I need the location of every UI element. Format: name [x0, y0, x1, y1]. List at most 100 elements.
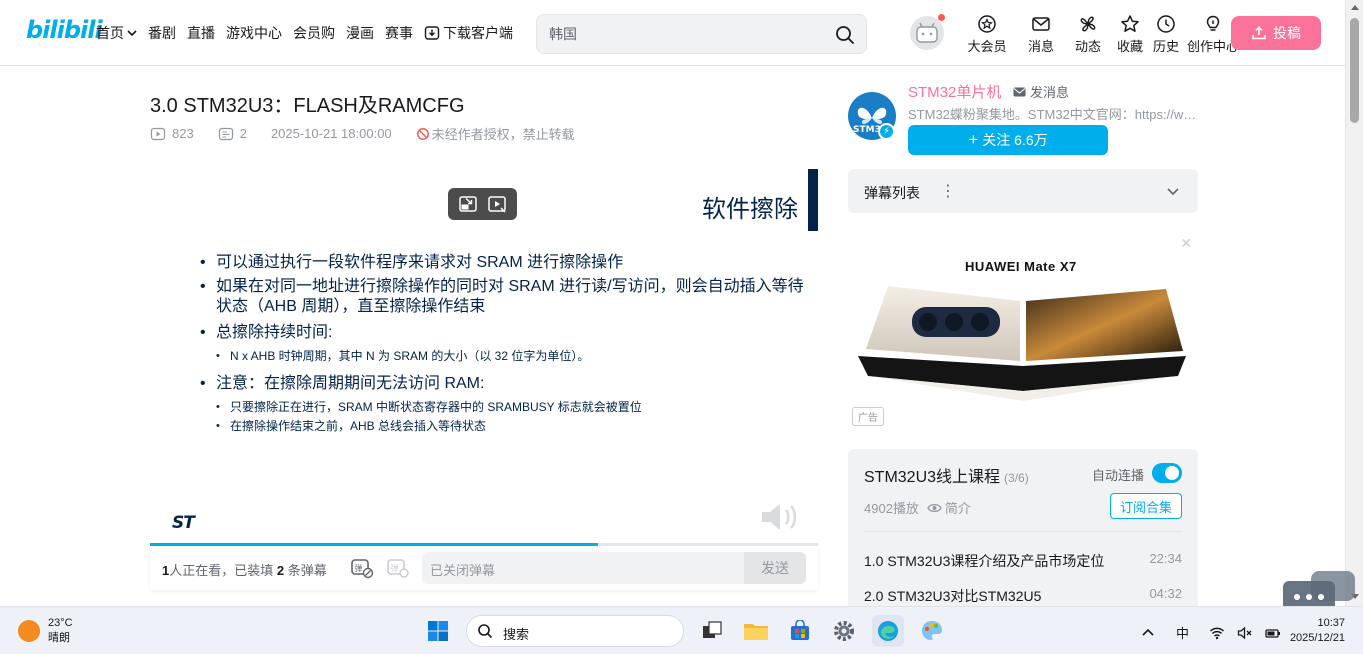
mini-player-icon[interactable] — [487, 194, 507, 214]
foldable-phone-image — [858, 286, 1186, 401]
search-box — [536, 14, 867, 54]
system-tray: 中 — [1140, 623, 1281, 642]
user-avatar[interactable] — [910, 16, 944, 50]
playlist-item[interactable]: 1.0 STM32U3课程介绍及产品市场定位 22:34 — [864, 551, 1182, 571]
slide-bullets: 可以通过执行一段软件程序来请求对 SRAM 进行擦除操作 如果在对同一地址进行擦… — [200, 253, 810, 436]
slide-sub-bullet: 在擦除操作结束之前，AHB 总线会插入等待状态 — [200, 417, 810, 436]
no-repost-icon — [416, 127, 429, 140]
search-icon — [478, 624, 493, 639]
video-meta: 823 2 2025-10-21 18:00:00 未经作者授权，禁止转载 — [150, 124, 575, 143]
danmaku-settings-icon[interactable]: 弹 — [386, 556, 410, 580]
slide-bullet: 可以通过执行一段软件程序来请求对 SRAM 进行擦除操作 — [200, 253, 810, 273]
clock[interactable]: 10:37 2025/12/21 — [1285, 616, 1345, 646]
vip-button[interactable]: 大会员 — [960, 14, 1014, 55]
history-button[interactable]: 历史 — [1146, 14, 1186, 55]
subscribe-collection-button[interactable]: 订阅合集 — [1110, 493, 1182, 519]
svg-text:弹: 弹 — [355, 563, 363, 573]
video-title: 3.0 STM32U3：FLASH及RAMCFG — [150, 95, 465, 117]
mail-icon — [1032, 17, 1050, 31]
send-message-button[interactable]: 发消息 — [1013, 82, 1069, 101]
chevron-down-icon — [127, 30, 137, 37]
nav-download-client[interactable]: 下载客户端 — [424, 23, 513, 43]
search-input[interactable] — [549, 24, 819, 44]
battery-icon[interactable] — [1265, 625, 1281, 641]
windows-logo-icon — [428, 621, 448, 641]
eye-icon — [927, 503, 942, 512]
video-player[interactable]: 软件擦除 可以通过执行一段软件程序来请求对 SRAM 进行擦除操作 如果在对同一… — [150, 169, 818, 546]
play-count-icon — [150, 127, 166, 140]
gear-icon — [834, 621, 854, 641]
nav-live[interactable]: 直播 — [187, 23, 215, 43]
edge-browser-button[interactable] — [872, 615, 904, 647]
page-scrollbar[interactable] — [1345, 0, 1363, 606]
slide-sub-bullet: N x AHB 时钟周期，其中 N 为 SRAM 的大小（以 32 位字为单位）… — [200, 347, 810, 366]
danmaku-input[interactable]: 已关闭弹幕 发送 — [422, 552, 806, 584]
intro-link[interactable]: 简介 — [927, 498, 971, 517]
playlist-stats: 4902播放 简介 — [864, 498, 971, 517]
nav-anime[interactable]: 番剧 — [148, 23, 176, 43]
playlist-item[interactable]: 2.0 STM32U3对比STM32U5 04:32 — [864, 586, 1182, 606]
danmaku-toggle-icon[interactable]: 弹 — [350, 556, 374, 580]
notification-dot — [938, 14, 945, 21]
nav-home[interactable]: 首页 — [96, 23, 137, 43]
ad-label: 广告 — [852, 407, 884, 426]
danmaku-list-panel[interactable]: 弹幕列表 ⋮ — [848, 169, 1198, 213]
taskbar-search[interactable]: 搜索 — [466, 615, 684, 647]
settings-button[interactable] — [828, 615, 860, 647]
upload-icon — [1252, 26, 1266, 40]
playlist-title[interactable]: STM32U3线上课程 (3/6) — [864, 463, 1029, 487]
star-icon — [1121, 15, 1139, 32]
scroll-up-arrow[interactable] — [1351, 5, 1359, 10]
speaker-icon — [762, 504, 796, 530]
nav-mall[interactable]: 会员购 — [293, 23, 335, 43]
ime-indicator[interactable]: 中 — [1176, 623, 1189, 642]
bilibili-logo[interactable]: bilibili — [26, 16, 103, 50]
top-header: bilibili 首页 番剧 直播 游戏中心 会员购 漫画 赛事 下载客户端 大… — [0, 0, 1345, 66]
dynamics-button[interactable]: 动态 — [1068, 14, 1108, 55]
muted-speaker-icon[interactable] — [1237, 625, 1253, 641]
windows-taskbar: 23°C 晴朗 搜索 中 10:37 2025/12/21 — [0, 606, 1363, 654]
upload-button[interactable]: 投稿 — [1231, 16, 1321, 50]
nav-game-center[interactable]: 游戏中心 — [226, 23, 282, 43]
windmill-icon — [1080, 16, 1096, 32]
slide-bullet: 注意：在擦除周期期间无法访问 RAM: — [200, 374, 810, 394]
autoplay-label: 自动连播 — [1092, 468, 1145, 483]
favorites-button[interactable]: 收藏 — [1110, 14, 1150, 55]
palette-icon — [922, 621, 942, 640]
slide-accent-bar — [808, 169, 818, 231]
autoplay-toggle[interactable] — [1152, 463, 1182, 483]
follow-button[interactable]: + 关注 6.6万 — [908, 125, 1108, 155]
wifi-icon[interactable] — [1209, 625, 1225, 641]
nav-esports[interactable]: 赛事 — [385, 23, 413, 43]
ad-banner[interactable]: ✕ HUAWEI Mate X7 广告 — [848, 231, 1198, 431]
mail-icon — [1013, 87, 1026, 96]
scroll-thumb[interactable] — [1350, 18, 1359, 123]
svg-text:弹: 弹 — [391, 563, 399, 573]
weather-widget[interactable]: 23°C 晴朗 — [48, 616, 73, 646]
main-nav: 首页 番剧 直播 游戏中心 会员购 漫画 赛事 下载客户端 — [96, 23, 513, 43]
clock-icon — [1157, 15, 1175, 33]
messages-button[interactable]: 消息 — [1014, 14, 1068, 55]
paint-app-button[interactable] — [916, 615, 948, 647]
watching-status: 1人正在看，已装填 2 条弹幕 — [162, 563, 327, 578]
task-view-button[interactable] — [696, 615, 728, 647]
danmaku-send-bar: 1人正在看，已装填 2 条弹幕 弹 弹 已关闭弹幕 发送 — [150, 546, 818, 590]
chevron-up-icon[interactable] — [1140, 625, 1156, 641]
more-options-icon[interactable]: ⋮ — [940, 181, 956, 201]
st-logo: ST — [172, 513, 195, 533]
slide-sub-bullet: 只要擦除正在进行，SRAM 中断状态寄存器中的 SRAMBUSY 标志就会被置位 — [200, 398, 810, 417]
file-explorer-button[interactable] — [740, 615, 772, 647]
nav-manga[interactable]: 漫画 — [346, 23, 374, 43]
danmaku-count-icon — [218, 127, 233, 140]
slide-bullet: 如果在对同一地址进行擦除操作的同时对 SRAM 进行读/写访问，则会自动插入等待… — [200, 277, 810, 317]
search-icon[interactable] — [834, 24, 856, 46]
chevron-down-icon[interactable] — [1166, 184, 1180, 198]
start-button[interactable] — [422, 615, 454, 647]
send-danmaku-button[interactable]: 发送 — [744, 552, 806, 584]
sun-icon[interactable] — [18, 620, 40, 642]
store-button[interactable] — [784, 615, 816, 647]
uploader-name[interactable]: STM32单片机 — [908, 81, 1001, 102]
user-nav: 大会员 消息 动态 收藏 历史 创作中心 — [960, 14, 1240, 55]
edge-icon — [878, 621, 898, 641]
pip-icon[interactable] — [458, 194, 478, 214]
